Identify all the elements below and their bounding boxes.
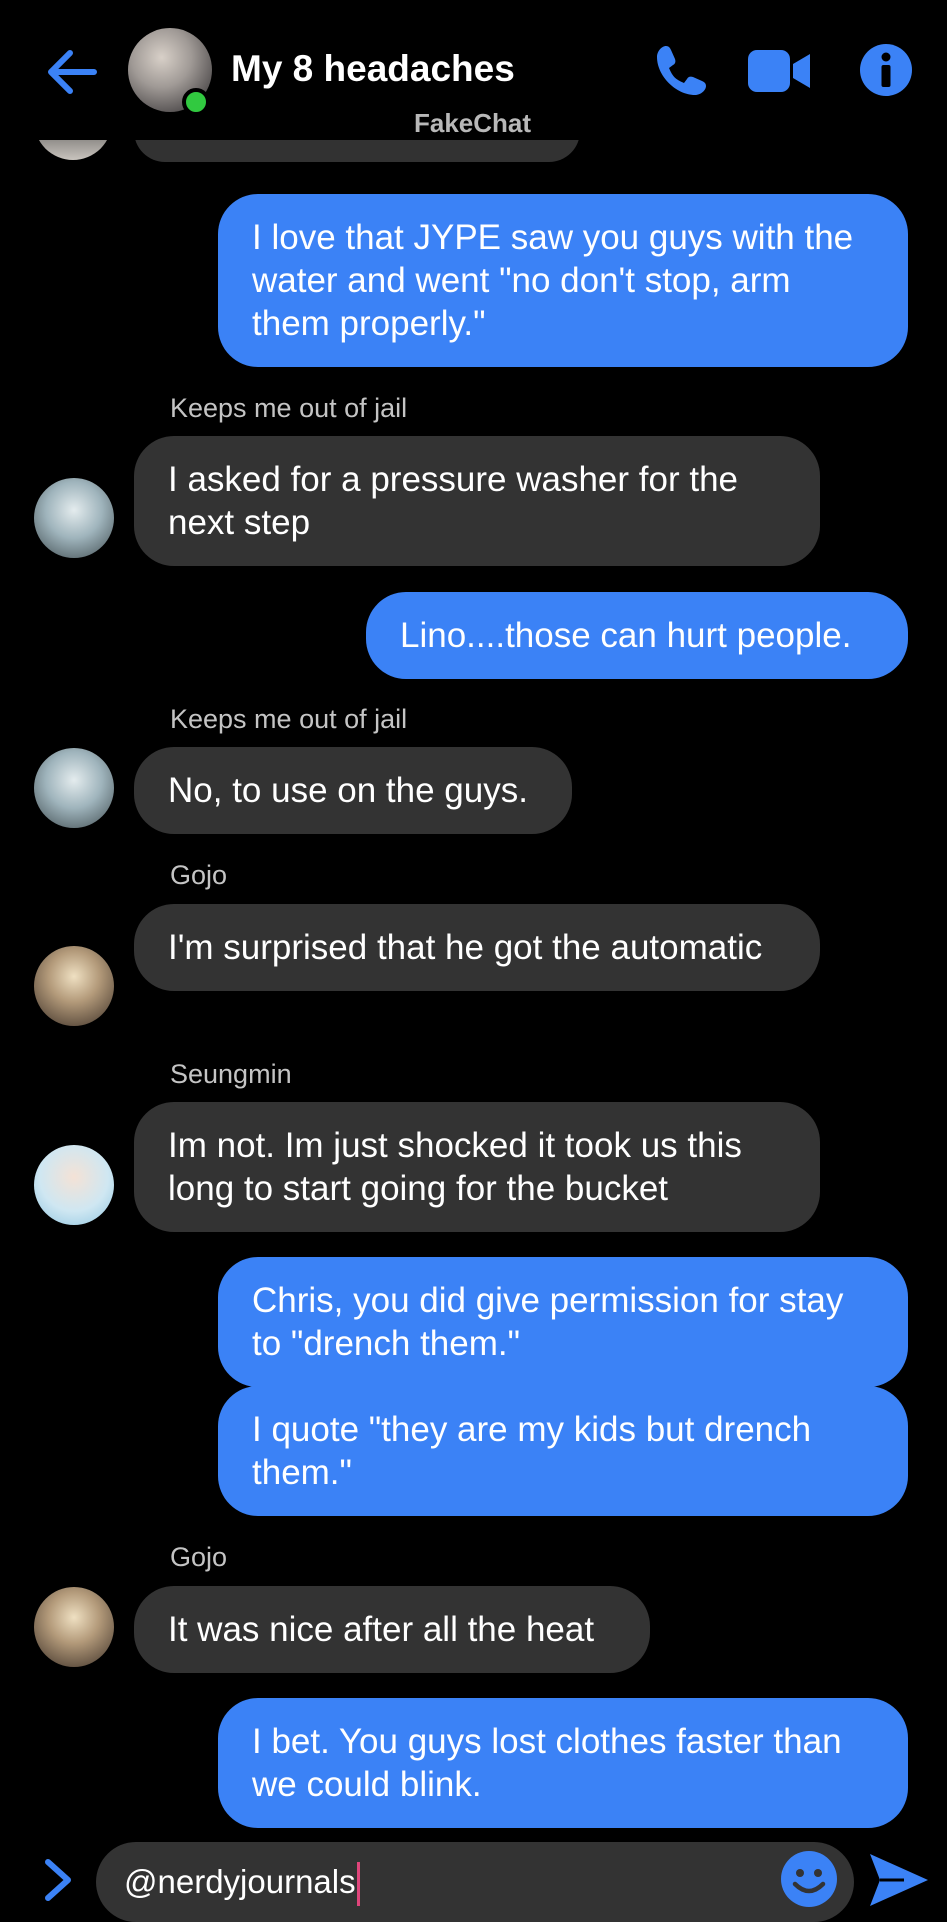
message-input-value: @nerdyjournals [124,1863,356,1900]
outgoing-message[interactable]: Lino....those can hurt people. [366,592,908,679]
emoji-icon[interactable] [780,1850,838,1908]
incoming-message[interactable]: It was nice after all the heat [134,1586,650,1673]
avatar[interactable] [34,1587,114,1667]
chat-header: My 8 headaches FakeChat [0,0,947,140]
sender-name: Keeps me out of jail [170,393,408,423]
text-caret [356,1862,360,1907]
outgoing-message[interactable]: Chris, you did give permission for stay … [218,1257,908,1387]
sender-name: Gojo [170,1542,228,1572]
avatar[interactable] [34,946,114,1026]
send-icon[interactable] [868,1852,930,1908]
video-camera-icon[interactable] [748,50,810,92]
outgoing-message[interactable]: I quote "they are my kids but drench the… [218,1386,908,1516]
chat-title[interactable]: My 8 headaches [231,48,515,90]
sender-name: Gojo [170,860,228,890]
outgoing-message[interactable]: I bet. You guys lost clothes faster than… [218,1698,908,1828]
message-input[interactable]: @nerdyjournals [96,1842,854,1922]
avatar[interactable] [34,1145,114,1225]
avatar[interactable] [34,478,114,558]
sender-name: Seungmin [170,1059,292,1089]
expand-chevron-icon[interactable] [40,1856,76,1904]
avatar[interactable] [34,748,114,828]
info-icon[interactable] [860,44,912,96]
watermark: FakeChat [414,108,532,138]
outgoing-message[interactable]: I love that JYPE saw you guys with the w… [218,194,908,367]
incoming-message[interactable]: I'm surprised that he got the automatic [134,904,820,991]
online-status-dot [182,88,210,116]
back-arrow-icon[interactable] [44,44,100,100]
incoming-message[interactable]: I asked for a pressure washer for the ne… [134,436,820,566]
incoming-message[interactable]: No, to use on the guys. [134,747,572,834]
phone-icon[interactable] [652,42,710,100]
incoming-message[interactable]: Im not. Im just shocked it took us this … [134,1102,820,1232]
sender-name: Keeps me out of jail [170,704,408,734]
